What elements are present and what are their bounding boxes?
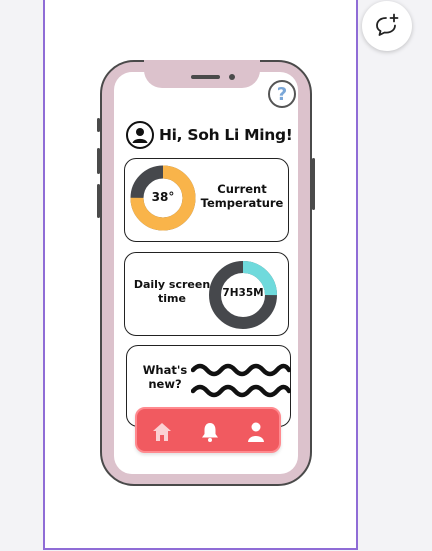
add-comment-icon bbox=[376, 13, 399, 36]
temperature-card[interactable]: 38° Current Temperature bbox=[124, 158, 289, 242]
temperature-value: 38° bbox=[151, 190, 175, 204]
greeting-text: Hi, Soh Li Ming! bbox=[159, 126, 293, 144]
person-icon[interactable] bbox=[245, 421, 267, 443]
user-avatar-icon[interactable] bbox=[126, 121, 154, 149]
phone-speaker bbox=[191, 75, 220, 79]
help-button[interactable]: ? bbox=[268, 80, 296, 108]
bell-icon[interactable] bbox=[199, 421, 221, 443]
bottom-nav-bar bbox=[135, 407, 281, 453]
temperature-label: Current Temperature bbox=[200, 182, 284, 210]
phone-camera bbox=[229, 74, 235, 80]
news-squiggle-graphic bbox=[191, 363, 291, 398]
add-comment-button[interactable] bbox=[362, 1, 412, 51]
screen-time-label: Daily screen time bbox=[133, 278, 211, 305]
greeting-row: Hi, Soh Li Ming! bbox=[126, 121, 293, 149]
screen-time-value: 7H35M bbox=[222, 287, 264, 299]
home-icon[interactable] bbox=[151, 421, 173, 443]
screen-time-card[interactable]: Daily screen time 7H35M bbox=[124, 252, 289, 336]
phone-notch bbox=[144, 60, 260, 88]
question-mark-icon: ? bbox=[276, 83, 288, 105]
whats-new-label: What's new? bbox=[142, 363, 188, 391]
